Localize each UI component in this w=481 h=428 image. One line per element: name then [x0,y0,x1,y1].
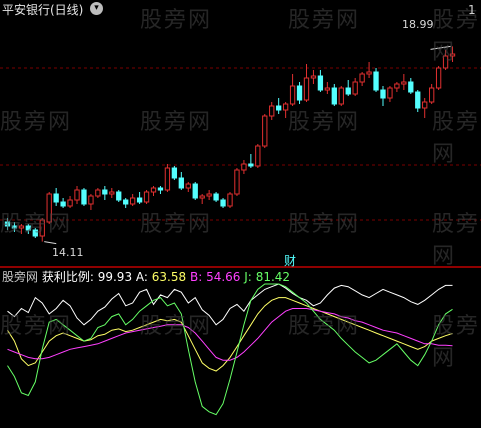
candle-body [46,193,52,223]
candle-body [88,195,94,205]
candle-body [39,219,45,237]
candle-body [415,91,421,109]
candle-body [67,199,73,207]
formula-label: 获利比例: [41,270,94,284]
candle-body [394,83,400,89]
candle-body [123,199,129,205]
candle-body [331,87,337,105]
low-price-label: 14.11 [52,246,84,259]
candle-body [95,189,101,197]
candle-body [310,75,317,79]
a-value: 63.58 [151,270,187,284]
candle-body [164,167,171,191]
candle-body [317,75,324,91]
b-value: 54.66 [206,270,241,284]
candle-body [373,71,379,91]
candle-body [303,77,310,101]
candle-body [282,103,289,111]
b-label: B: [189,270,203,284]
candle-body [262,115,268,147]
candle-body [25,225,31,231]
candle-body [449,53,456,57]
candle-body [289,85,296,105]
candle-body [352,81,358,95]
candle-body [157,187,164,191]
indicator-header: 股旁网 获利比例: 99.93 A: 63.58 B: 54.66 J: 81.… [2,270,290,284]
high-price-label: 18.99 [402,18,434,31]
candle-body [442,55,449,69]
candle-body [380,89,386,99]
candle-body [150,187,157,193]
candle-body [435,67,442,89]
candle-body [269,105,275,117]
candle-body [53,193,59,203]
candle-body [32,229,38,237]
candle-body [192,183,198,199]
candle-body [241,163,247,171]
candle-body [213,193,219,201]
candle-body [171,167,178,179]
candle-body [199,195,205,199]
high-arrow [430,45,451,50]
a-label: A: [135,270,148,284]
candle-body [338,87,344,105]
candle-body [81,189,87,205]
low-arrow [44,241,57,245]
candle-body [248,163,254,167]
candle-body [296,85,303,101]
period-badge[interactable]: 1 [468,3,476,17]
candle-body [227,193,233,207]
candle-body [4,221,11,227]
candle-body [74,189,80,201]
candle-body [255,145,261,167]
event-marker[interactable]: 财 [284,254,296,268]
chart-stage: 股旁网 股旁网 股旁网 股旁网 股旁网 股旁网 股旁网 股旁网 股旁网 股旁网 … [0,0,481,424]
candle-body [178,177,184,189]
candle-body [220,199,226,207]
indicator-name: 股旁网 [2,270,39,284]
j-value: 81.42 [255,270,291,284]
chart-canvas [0,45,481,416]
indicator-series [7,283,453,416]
chevron-down-icon[interactable]: ▾ [90,2,103,15]
candle-body [185,183,191,189]
candle-body [206,193,212,197]
candle-body [60,201,66,207]
candle-body [408,81,414,93]
candle-body [387,87,393,99]
candle-body [136,197,143,203]
grid-layer [0,67,481,268]
candle-body [401,81,407,85]
candle-body [109,191,115,195]
candle-body [366,71,372,75]
candle-body [345,87,351,95]
candle-body [429,87,435,103]
candle-body [276,105,282,111]
candle-body [129,197,136,205]
candle-body [324,87,331,91]
chart-title: 平安银行(日线) [2,3,84,17]
j-label: J: [244,270,252,284]
candle-body [359,73,365,83]
candle-body [102,189,108,195]
candle-body [11,225,18,229]
j-line [7,283,453,416]
formula-value: 99.93 [97,270,133,284]
candlestick-series [4,45,456,245]
candle-body [422,101,428,109]
candle-body [116,191,122,201]
profit-ratio-line [7,283,453,326]
candle-body [18,225,25,229]
candle-body [143,191,150,203]
candle-body [234,169,240,195]
